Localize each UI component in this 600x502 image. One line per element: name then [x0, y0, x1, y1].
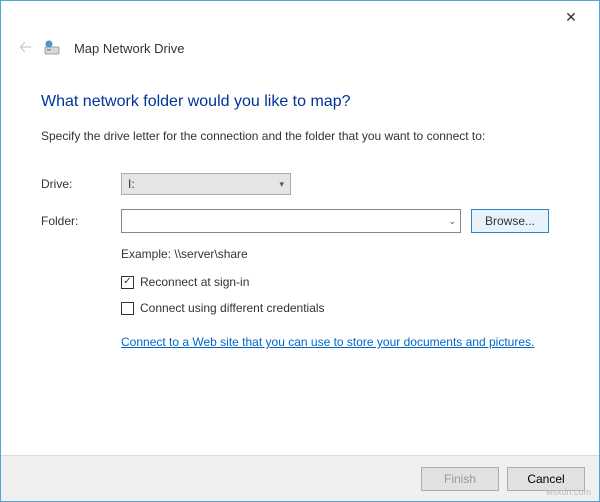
cancel-button-label: Cancel	[527, 472, 564, 486]
titlebar: ✕	[1, 1, 599, 33]
footer: Finish Cancel	[1, 455, 599, 501]
chevron-down-icon: ▾	[279, 179, 284, 190]
drive-select-value: I:	[128, 177, 135, 191]
close-icon: ✕	[565, 9, 577, 26]
folder-input[interactable]: ⌄	[121, 209, 461, 233]
finish-button-label: Finish	[444, 472, 476, 486]
reconnect-checkbox[interactable]: ✓	[121, 276, 134, 289]
folder-row: Folder: ⌄ Browse...	[41, 209, 559, 233]
watermark: wsxdn.com	[546, 487, 591, 497]
drive-select[interactable]: I: ▾	[121, 173, 291, 195]
browse-button[interactable]: Browse...	[471, 209, 549, 233]
drive-row: Drive: I: ▾	[41, 173, 559, 195]
back-arrow-icon[interactable]: 🡠	[19, 40, 32, 56]
chevron-down-icon: ⌄	[448, 216, 456, 227]
content-area: What network folder would you like to ma…	[1, 69, 599, 349]
example-text: Example: \\server\share	[121, 247, 559, 261]
browse-button-label: Browse...	[485, 214, 535, 228]
window-title: Map Network Drive	[74, 41, 185, 56]
folder-label: Folder:	[41, 214, 121, 228]
reconnect-label: Reconnect at sign-in	[140, 275, 249, 289]
credentials-checkbox[interactable]	[121, 302, 134, 315]
close-button[interactable]: ✕	[551, 3, 591, 31]
header-row: 🡠 Map Network Drive	[1, 33, 599, 69]
credentials-label: Connect using different credentials	[140, 301, 325, 315]
credentials-checkbox-row[interactable]: Connect using different credentials	[121, 301, 559, 315]
reconnect-checkbox-row[interactable]: ✓ Reconnect at sign-in	[121, 275, 559, 289]
page-subtext: Specify the drive letter for the connect…	[41, 129, 559, 143]
options-block: Example: \\server\share ✓ Reconnect at s…	[121, 247, 559, 349]
finish-button: Finish	[421, 467, 499, 491]
page-heading: What network folder would you like to ma…	[41, 93, 559, 111]
drive-label: Drive:	[41, 177, 121, 191]
website-link[interactable]: Connect to a Web site that you can use t…	[121, 335, 534, 349]
network-drive-icon	[44, 39, 62, 57]
